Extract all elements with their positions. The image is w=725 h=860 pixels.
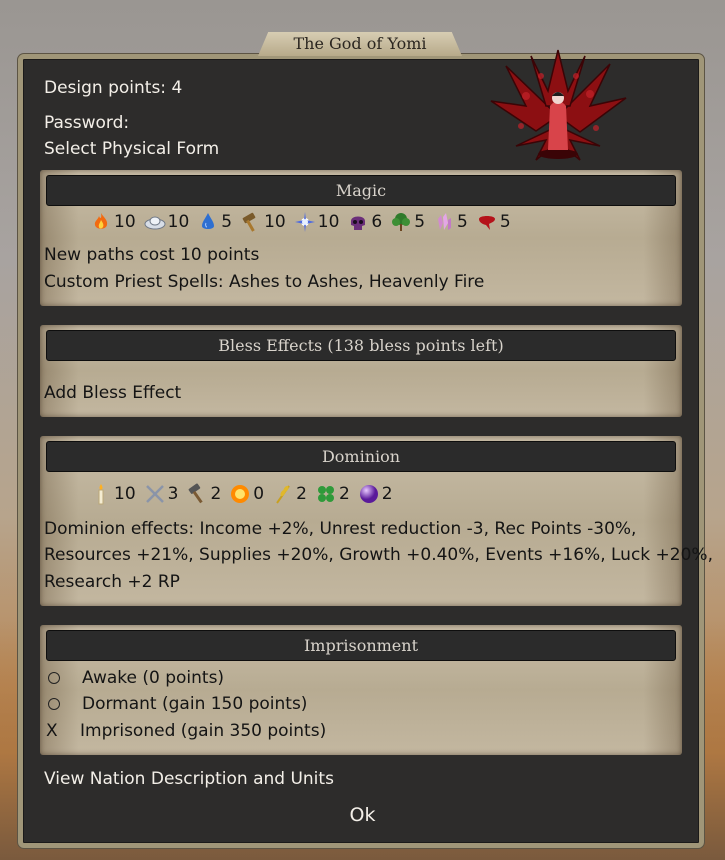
- pretender-portrait[interactable]: [486, 46, 630, 162]
- radio-button[interactable]: [48, 698, 60, 710]
- magic-path-earth[interactable]: 10: [240, 211, 286, 233]
- dominion-magic[interactable]: 2: [358, 483, 393, 505]
- dominion-swords[interactable]: 3: [144, 483, 178, 505]
- new-paths-cost: New paths cost 10 points: [44, 245, 260, 265]
- design-points: Design points: 4: [44, 78, 183, 98]
- crossed-swords-icon: [145, 485, 164, 503]
- magic-orb-icon: [359, 485, 378, 503]
- radio-button[interactable]: [48, 672, 60, 684]
- air-icon: [144, 216, 166, 230]
- dominion-candle[interactable]: 10: [90, 483, 136, 505]
- dialog-title: The God of Yomi: [258, 32, 462, 56]
- bless-panel: Bless Effects (138 bless points left) Ad…: [40, 325, 682, 417]
- blood-icon: [478, 216, 495, 230]
- selected-mark[interactable]: X: [46, 721, 60, 741]
- bless-header[interactable]: Bless Effects (138 bless points left): [46, 330, 676, 361]
- select-physical-form-button[interactable]: Select Physical Form: [44, 139, 219, 159]
- sun-icon: [231, 485, 250, 503]
- magic-path-blood[interactable]: 5: [476, 211, 511, 233]
- magic-path-death[interactable]: 6: [347, 211, 382, 233]
- magic-path-glamour[interactable]: 5: [433, 211, 468, 233]
- custom-priest-spells[interactable]: Custom Priest Spells: Ashes to Ashes, He…: [44, 272, 484, 292]
- magic-path-nature[interactable]: 5: [390, 211, 425, 233]
- clover-icon: [317, 486, 334, 502]
- imprisonment-panel: Imprisonment Awake (0 points) Dormant (g…: [40, 625, 682, 755]
- dominion-hammer[interactable]: 2: [186, 483, 221, 505]
- imprisonment-header: Imprisonment: [46, 630, 676, 661]
- magic-path-astral[interactable]: 10: [294, 211, 339, 233]
- dominion-header[interactable]: Dominion: [46, 441, 676, 472]
- hammer-icon: [189, 483, 204, 504]
- death-skull-icon: [351, 216, 366, 230]
- option-label: Dormant (gain 150 points): [82, 694, 308, 714]
- option-awake[interactable]: Awake (0 points): [44, 668, 224, 688]
- fire-icon: [94, 213, 108, 229]
- astral-star-icon: [294, 212, 315, 232]
- dominion-effects-line-2: Resources +21%, Supplies +20%, Growth +0…: [44, 545, 713, 565]
- dominion-growth[interactable]: 2: [272, 483, 307, 505]
- dominion-effects-line-1: Dominion effects: Income +2%, Unrest red…: [44, 519, 637, 539]
- option-label: Awake (0 points): [82, 668, 225, 688]
- dominion-effects-line-3: Research +2 RP: [44, 572, 180, 592]
- dominion-panel: Dominion 10 3 2 0 2 2 2 Dominion effects…: [40, 436, 713, 606]
- ok-button[interactable]: Ok: [0, 804, 725, 826]
- magic-paths-row: 10 10 5 10 10 6 5 5 5: [90, 210, 519, 234]
- nature-tree-icon: [392, 213, 411, 231]
- option-imprisoned[interactable]: X Imprisoned (gain 350 points): [44, 721, 326, 741]
- magic-path-air[interactable]: 10: [144, 211, 189, 233]
- option-label: Imprisoned (gain 350 points): [80, 721, 327, 741]
- add-bless-effect-button[interactable]: Add Bless Effect: [44, 383, 181, 403]
- wheat-icon: [276, 485, 290, 504]
- candle-icon: [98, 484, 104, 505]
- view-nation-description-button[interactable]: View Nation Description and Units: [44, 769, 334, 789]
- magic-path-water[interactable]: 5: [197, 211, 232, 233]
- option-dormant[interactable]: Dormant (gain 150 points): [44, 694, 307, 714]
- dominion-scales-row: 10 3 2 0 2 2 2: [90, 482, 401, 506]
- glamour-crystal-icon: [438, 213, 452, 230]
- water-icon: [202, 213, 215, 229]
- magic-panel: Magic 10 10 5 10 10 6 5 5 5 New paths co…: [40, 170, 682, 306]
- password-field[interactable]: Password:: [44, 113, 129, 133]
- dominion-sun[interactable]: 0: [229, 483, 264, 505]
- earth-hammer-icon: [242, 212, 256, 232]
- magic-path-fire[interactable]: 10: [90, 211, 136, 233]
- dominion-luck[interactable]: 2: [315, 483, 350, 505]
- magic-header[interactable]: Magic: [46, 175, 676, 206]
